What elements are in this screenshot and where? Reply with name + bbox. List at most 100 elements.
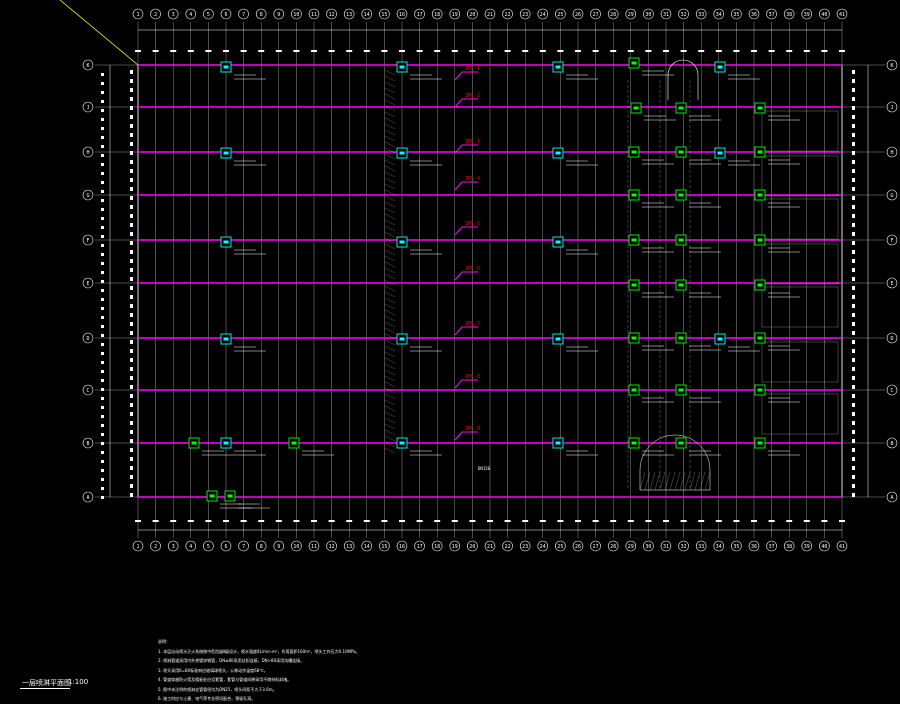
wall-tick bbox=[852, 484, 855, 488]
signal-valve-symbol-core bbox=[555, 151, 561, 155]
wall-tick bbox=[101, 334, 104, 337]
axis-bubble-label: J bbox=[86, 105, 89, 111]
axis-bubble-label: 11 bbox=[311, 12, 317, 18]
signal-valve-symbol-core bbox=[555, 240, 561, 244]
hatch-line bbox=[384, 399, 396, 406]
column-tick bbox=[504, 50, 511, 52]
column-tick bbox=[275, 520, 282, 522]
wall-tick bbox=[852, 187, 855, 191]
wall-tick bbox=[101, 244, 104, 247]
column-tick bbox=[751, 50, 757, 52]
wall-tick bbox=[130, 439, 133, 443]
column-tick bbox=[839, 50, 845, 52]
axis-bubble-label: 10 bbox=[293, 544, 299, 550]
sprinkler-box-symbol-core bbox=[631, 283, 637, 287]
column-tick bbox=[135, 50, 141, 52]
wall-tick bbox=[101, 73, 104, 76]
wall-tick bbox=[130, 268, 133, 272]
axis-bubble-label: A bbox=[86, 495, 89, 501]
wall-tick bbox=[101, 307, 104, 310]
valve-tags: ZPL-1 ZPL-2 ZPL-3 ZPL-4 ZPL-5 ZPL-6 ZPL-7 ZPL-8… bbox=[454, 66, 491, 471]
hatch-line bbox=[384, 129, 396, 136]
sprinkler-box-symbol-core bbox=[678, 150, 684, 154]
axis-bubble-label: 10 bbox=[293, 12, 299, 18]
hatch-line bbox=[384, 363, 396, 370]
hatch-line bbox=[384, 177, 396, 184]
axis-bubble-label: 19 bbox=[452, 544, 458, 550]
hatch-line bbox=[649, 471, 656, 491]
axis-bubble-label: 2 bbox=[154, 12, 157, 18]
wall-tick bbox=[101, 136, 104, 139]
hatch-line bbox=[384, 309, 396, 316]
hatch-line bbox=[384, 435, 396, 442]
signal-valve-symbol-core bbox=[717, 151, 723, 155]
axis-bubble-label: 37 bbox=[769, 544, 775, 550]
wall-tick bbox=[101, 361, 104, 364]
signal-valve-symbol-core bbox=[555, 65, 561, 69]
hatch-line bbox=[384, 405, 396, 412]
valve-jog bbox=[454, 98, 478, 108]
wall-tick bbox=[130, 169, 133, 173]
cad-drawing-canvas[interactable]: ZPL-1 ZPL-2 ZPL-3 ZPL-4 ZPL-5 ZPL-6 ZPL-7 ZPL-8… bbox=[0, 0, 900, 700]
hatch-line bbox=[684, 471, 691, 491]
axis-bubble-label: 38 bbox=[786, 12, 792, 18]
wall-tick bbox=[130, 205, 133, 209]
hatch-line bbox=[384, 417, 396, 424]
column-tick bbox=[328, 520, 335, 522]
valve-jog bbox=[454, 181, 478, 191]
notes-heading: 说明： bbox=[158, 639, 170, 644]
sprinkler-box-symbol-core bbox=[291, 441, 297, 445]
column-tick bbox=[434, 520, 441, 522]
column-tick bbox=[487, 520, 493, 522]
wall-tick bbox=[130, 133, 133, 137]
wall-tick bbox=[130, 367, 133, 371]
wall-tick bbox=[101, 415, 104, 418]
wall-tick bbox=[852, 286, 855, 290]
axis-bubble-label: 1 bbox=[136, 12, 139, 18]
column-tick bbox=[803, 520, 810, 522]
wall-tick bbox=[130, 277, 133, 281]
note-line: 4. 管道穿越防火墙及楼板处应设套管，套管与管道间隙采用不燃材料封堵。 bbox=[158, 677, 292, 682]
axis-bubble-label: 13 bbox=[346, 12, 352, 18]
valve-jog bbox=[454, 431, 478, 441]
axis-bubble-label: 8 bbox=[260, 12, 263, 18]
hatch-line bbox=[384, 111, 396, 118]
axis-bubble-label: 25 bbox=[557, 12, 563, 18]
axis-bubble-label: 14 bbox=[364, 12, 370, 18]
wall-tick bbox=[852, 88, 855, 92]
axis-bubble-label: 22 bbox=[505, 544, 511, 550]
column-tick bbox=[381, 520, 388, 522]
note-line: 6. 施工时应与土建、电气等专业密切配合，预留孔洞。 bbox=[158, 696, 256, 701]
wall-tick bbox=[130, 403, 133, 407]
column-tick bbox=[187, 520, 194, 522]
hatch-line bbox=[384, 183, 396, 190]
column-tick bbox=[451, 50, 458, 52]
column-tick bbox=[381, 50, 388, 52]
sprinkler-box-symbol-core bbox=[191, 441, 197, 445]
wall-tick bbox=[130, 151, 133, 155]
column-tick bbox=[311, 520, 317, 522]
axis-bubble-label: K bbox=[86, 63, 89, 69]
sprinkler-box-symbol-core bbox=[678, 193, 684, 197]
wall-tick bbox=[130, 466, 133, 470]
hatch-line bbox=[704, 471, 711, 491]
hatch-line bbox=[384, 117, 396, 124]
axis-bubble-label: 41 bbox=[839, 544, 845, 550]
hatch-line bbox=[384, 87, 396, 94]
column-tick bbox=[275, 50, 282, 52]
column-tick bbox=[663, 520, 669, 522]
wall-tick bbox=[852, 259, 855, 263]
sprinkler-box-symbol-core bbox=[631, 61, 637, 65]
wall-tick bbox=[101, 388, 104, 391]
sprinkler-box-symbol-core bbox=[227, 494, 233, 498]
axis-bubble-label: H bbox=[86, 150, 89, 156]
column-tick bbox=[328, 50, 335, 52]
sprinkler-box-symbol-core bbox=[631, 193, 637, 197]
hatch-line bbox=[384, 321, 396, 328]
axis-bubble-label: 35 bbox=[733, 544, 739, 550]
axis-bubble-label: 7 bbox=[242, 544, 245, 550]
wall-tick bbox=[852, 376, 855, 380]
axis-bubble-label: 23 bbox=[522, 12, 528, 18]
column-tick bbox=[663, 50, 669, 52]
sprinkler-box-symbol-core bbox=[757, 150, 763, 154]
